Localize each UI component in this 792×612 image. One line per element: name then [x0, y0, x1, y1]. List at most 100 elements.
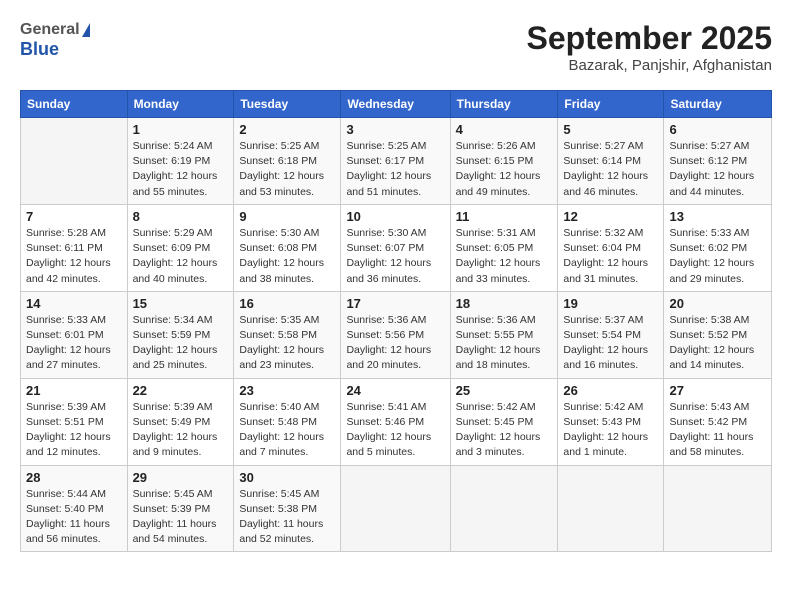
calendar-header-row: SundayMondayTuesdayWednesdayThursdayFrid… [21, 91, 772, 118]
day-info: Sunrise: 5:32 AM Sunset: 6:04 PM Dayligh… [563, 226, 658, 287]
calendar-day-cell: 25 Sunrise: 5:42 AM Sunset: 5:45 PM Dayli… [450, 378, 558, 465]
calendar-day-cell: 16 Sunrise: 5:35 AM Sunset: 5:58 PM Dayli… [234, 291, 341, 378]
day-number: 9 [239, 209, 335, 224]
day-info: Sunrise: 5:36 AM Sunset: 5:55 PM Dayligh… [456, 313, 553, 374]
day-info: Sunrise: 5:25 AM Sunset: 6:17 PM Dayligh… [346, 139, 444, 200]
day-info: Sunrise: 5:27 AM Sunset: 6:14 PM Dayligh… [563, 139, 658, 200]
day-info: Sunrise: 5:39 AM Sunset: 5:49 PM Dayligh… [133, 400, 229, 461]
logo: General Blue [20, 20, 90, 61]
day-info: Sunrise: 5:45 AM Sunset: 5:38 PM Dayligh… [239, 487, 335, 548]
day-info: Sunrise: 5:37 AM Sunset: 5:54 PM Dayligh… [563, 313, 658, 374]
calendar-body: 1 Sunrise: 5:24 AM Sunset: 6:19 PM Daylig… [21, 118, 772, 552]
day-info: Sunrise: 5:36 AM Sunset: 5:56 PM Dayligh… [346, 313, 444, 374]
calendar-week-row: 7 Sunrise: 5:28 AM Sunset: 6:11 PM Daylig… [21, 204, 772, 291]
calendar-day-cell: 12 Sunrise: 5:32 AM Sunset: 6:04 PM Dayli… [558, 204, 664, 291]
calendar-day-cell [664, 465, 772, 552]
day-info: Sunrise: 5:39 AM Sunset: 5:51 PM Dayligh… [26, 400, 122, 461]
calendar-day-cell: 4 Sunrise: 5:26 AM Sunset: 6:15 PM Daylig… [450, 118, 558, 205]
day-number: 26 [563, 383, 658, 398]
logo-icon [82, 23, 90, 37]
day-number: 14 [26, 296, 122, 311]
day-number: 30 [239, 470, 335, 485]
day-number: 6 [669, 122, 766, 137]
day-number: 5 [563, 122, 658, 137]
calendar-day-cell: 18Sunrise: 5:36 AM Sunset: 5:55 PM Dayli… [450, 291, 558, 378]
calendar-day-cell: 6 Sunrise: 5:27 AM Sunset: 6:12 PM Daylig… [664, 118, 772, 205]
calendar-day-cell: 2Sunrise: 5:25 AM Sunset: 6:18 PM Daylig… [234, 118, 341, 205]
day-info: Sunrise: 5:26 AM Sunset: 6:15 PM Dayligh… [456, 139, 553, 200]
day-number: 13 [669, 209, 766, 224]
day-info: Sunrise: 5:42 AM Sunset: 5:45 PM Dayligh… [456, 400, 553, 461]
day-number: 10 [346, 209, 444, 224]
calendar-table: SundayMondayTuesdayWednesdayThursdayFrid… [20, 90, 772, 552]
calendar-day-cell: 22 Sunrise: 5:39 AM Sunset: 5:49 PM Dayli… [127, 378, 234, 465]
day-number: 24 [346, 383, 444, 398]
day-info: Sunrise: 5:34 AM Sunset: 5:59 PM Dayligh… [133, 313, 229, 374]
calendar-day-cell: 23Sunrise: 5:40 AM Sunset: 5:48 PM Dayli… [234, 378, 341, 465]
day-number: 3 [346, 122, 444, 137]
calendar-day-cell: 24Sunrise: 5:41 AM Sunset: 5:46 PM Dayli… [341, 378, 450, 465]
day-info: Sunrise: 5:29 AM Sunset: 6:09 PM Dayligh… [133, 226, 229, 287]
day-number: 19 [563, 296, 658, 311]
calendar-day-cell: 30 Sunrise: 5:45 AM Sunset: 5:38 PM Dayli… [234, 465, 341, 552]
page-header: General Blue September 2025 Bazarak, Pan… [20, 20, 772, 74]
day-info: Sunrise: 5:28 AM Sunset: 6:11 PM Dayligh… [26, 226, 122, 287]
calendar-day-cell [558, 465, 664, 552]
calendar-day-cell: 7 Sunrise: 5:28 AM Sunset: 6:11 PM Daylig… [21, 204, 128, 291]
calendar-day-cell [450, 465, 558, 552]
calendar-weekday-header: Tuesday [234, 91, 341, 118]
day-info: Sunrise: 5:35 AM Sunset: 5:58 PM Dayligh… [239, 313, 335, 374]
day-number: 16 [239, 296, 335, 311]
calendar-week-row: 1 Sunrise: 5:24 AM Sunset: 6:19 PM Daylig… [21, 118, 772, 205]
calendar-day-cell: 11Sunrise: 5:31 AM Sunset: 6:05 PM Dayli… [450, 204, 558, 291]
calendar-weekday-header: Wednesday [341, 91, 450, 118]
day-info: Sunrise: 5:43 AM Sunset: 5:42 PM Dayligh… [669, 400, 766, 461]
calendar-day-cell: 13Sunrise: 5:33 AM Sunset: 6:02 PM Dayli… [664, 204, 772, 291]
month-title: September 2025 [527, 20, 772, 57]
calendar-day-cell: 8 Sunrise: 5:29 AM Sunset: 6:09 PM Daylig… [127, 204, 234, 291]
logo-blue-text: Blue [20, 39, 90, 61]
day-number: 12 [563, 209, 658, 224]
day-number: 2 [239, 122, 335, 137]
day-number: 1 [133, 122, 229, 137]
title-section: September 2025 Bazarak, Panjshir, Afghan… [527, 20, 772, 74]
calendar-day-cell: 19 Sunrise: 5:37 AM Sunset: 5:54 PM Dayli… [558, 291, 664, 378]
logo-general-text: General [20, 20, 80, 39]
day-number: 20 [669, 296, 766, 311]
day-info: Sunrise: 5:30 AM Sunset: 6:07 PM Dayligh… [346, 226, 444, 287]
day-info: Sunrise: 5:45 AM Sunset: 5:39 PM Dayligh… [133, 487, 229, 548]
calendar-week-row: 21Sunrise: 5:39 AM Sunset: 5:51 PM Dayli… [21, 378, 772, 465]
calendar-weekday-header: Sunday [21, 91, 128, 118]
calendar-day-cell: 1 Sunrise: 5:24 AM Sunset: 6:19 PM Daylig… [127, 118, 234, 205]
day-info: Sunrise: 5:44 AM Sunset: 5:40 PM Dayligh… [26, 487, 122, 548]
day-info: Sunrise: 5:24 AM Sunset: 6:19 PM Dayligh… [133, 139, 229, 200]
day-number: 11 [456, 209, 553, 224]
calendar-weekday-header: Monday [127, 91, 234, 118]
calendar-day-cell: 3 Sunrise: 5:25 AM Sunset: 6:17 PM Daylig… [341, 118, 450, 205]
day-number: 25 [456, 383, 553, 398]
day-number: 29 [133, 470, 229, 485]
calendar-day-cell: 9 Sunrise: 5:30 AM Sunset: 6:08 PM Daylig… [234, 204, 341, 291]
calendar-day-cell: 20 Sunrise: 5:38 AM Sunset: 5:52 PM Dayli… [664, 291, 772, 378]
day-info: Sunrise: 5:27 AM Sunset: 6:12 PM Dayligh… [669, 139, 766, 200]
day-number: 22 [133, 383, 229, 398]
calendar-day-cell: 14 Sunrise: 5:33 AM Sunset: 6:01 PM Dayli… [21, 291, 128, 378]
location: Bazarak, Panjshir, Afghanistan [527, 57, 772, 74]
day-number: 17 [346, 296, 444, 311]
day-number: 23 [239, 383, 335, 398]
calendar-weekday-header: Saturday [664, 91, 772, 118]
day-info: Sunrise: 5:30 AM Sunset: 6:08 PM Dayligh… [239, 226, 335, 287]
day-number: 8 [133, 209, 229, 224]
day-info: Sunrise: 5:33 AM Sunset: 6:01 PM Dayligh… [26, 313, 122, 374]
calendar-day-cell: 10 Sunrise: 5:30 AM Sunset: 6:07 PM Dayli… [341, 204, 450, 291]
day-number: 27 [669, 383, 766, 398]
day-info: Sunrise: 5:38 AM Sunset: 5:52 PM Dayligh… [669, 313, 766, 374]
day-number: 4 [456, 122, 553, 137]
calendar-week-row: 28Sunrise: 5:44 AM Sunset: 5:40 PM Dayli… [21, 465, 772, 552]
day-number: 7 [26, 209, 122, 224]
calendar-day-cell: 5 Sunrise: 5:27 AM Sunset: 6:14 PM Daylig… [558, 118, 664, 205]
day-number: 15 [133, 296, 229, 311]
calendar-weekday-header: Thursday [450, 91, 558, 118]
calendar-day-cell: 26Sunrise: 5:42 AM Sunset: 5:43 PM Dayli… [558, 378, 664, 465]
calendar-day-cell: 27 Sunrise: 5:43 AM Sunset: 5:42 PM Dayli… [664, 378, 772, 465]
